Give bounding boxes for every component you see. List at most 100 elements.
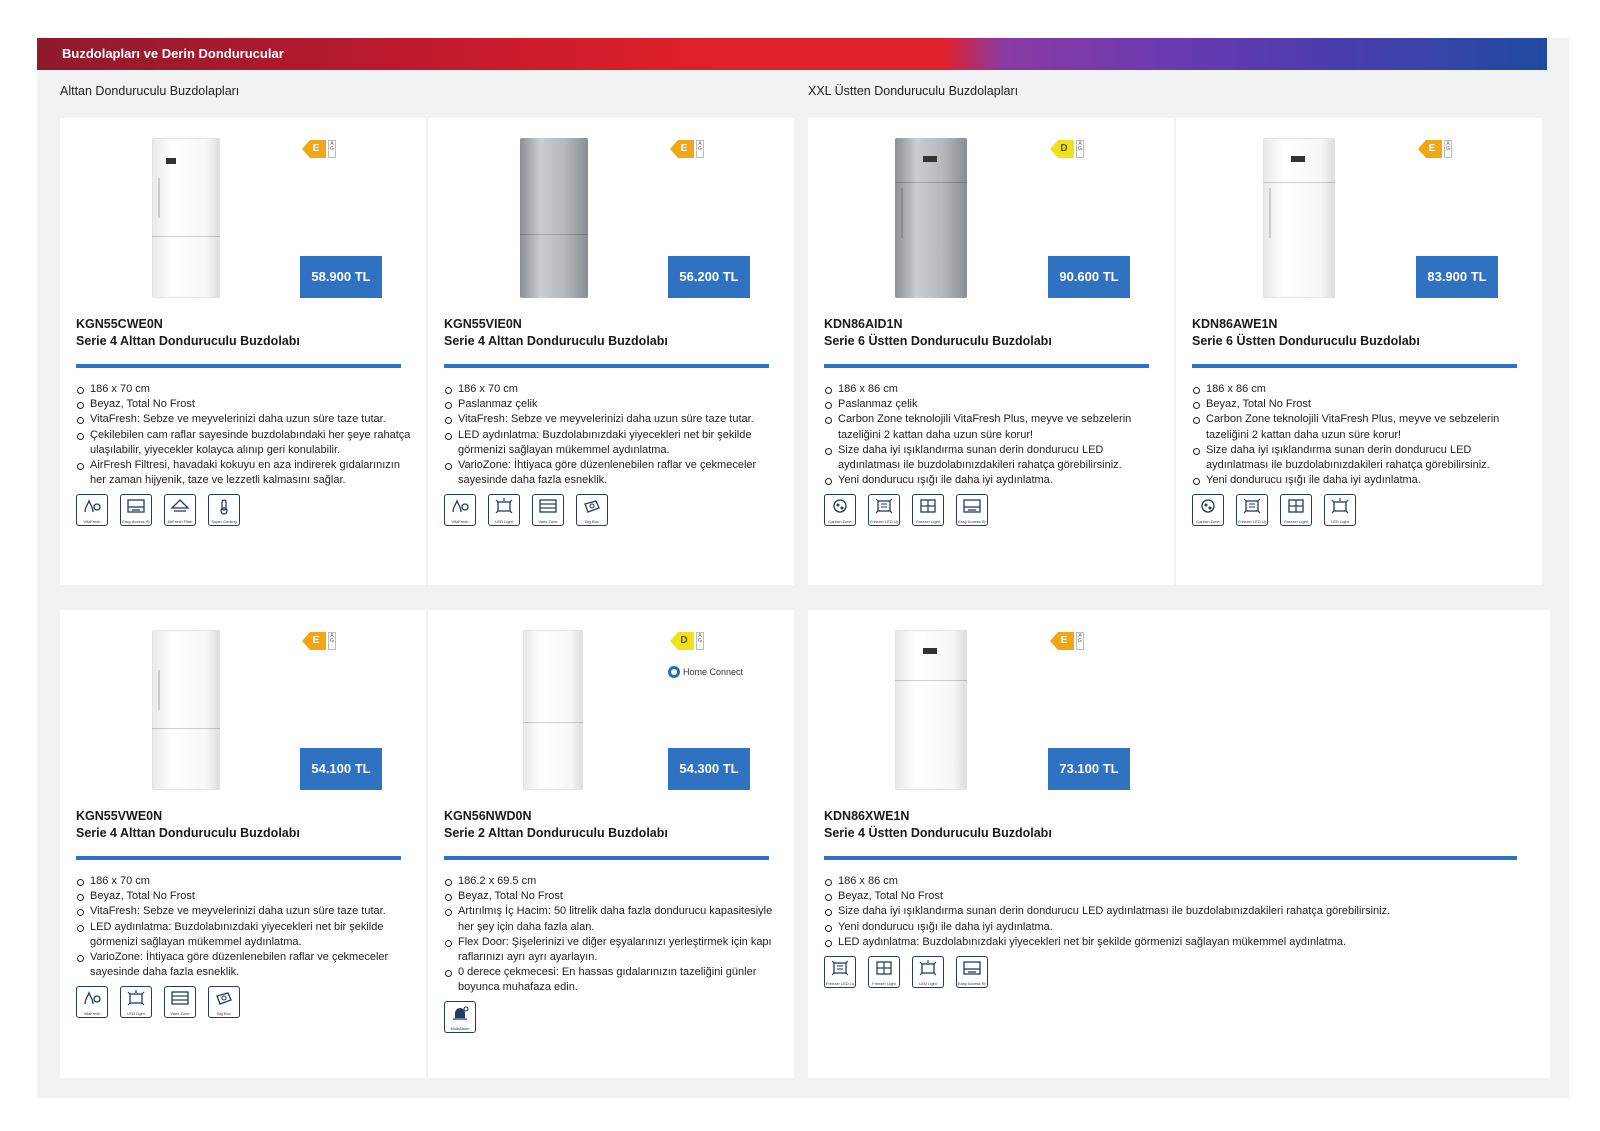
variozone-icon: [171, 991, 189, 1005]
spec-item: VarioZone: İhtiyaca göre düzenlenebilen …: [444, 458, 780, 488]
spec-item: Size daha iyi ışıklandırma sunan derin d…: [824, 443, 1160, 473]
energy-class-badge: E: [670, 140, 694, 158]
freezer-light-icon: [876, 961, 892, 975]
feature-caption: Freezer Light: [916, 520, 940, 524]
banner-title: Buzdolapları ve Derin Dondurucular: [62, 46, 284, 61]
spec-list: 186 x 86 cm Paslanmaz çelik Carbon Zone …: [824, 382, 1160, 488]
price-badge: 56.200 TL: [668, 256, 750, 298]
bigbox-icon: [584, 500, 600, 513]
spec-item: Carbon Zone teknolojili VitaFresh Plus, …: [824, 412, 1160, 442]
spec-item: AirFresh Filtresi, havadaki kokuyu en az…: [76, 458, 412, 488]
feature-badge: LED Light: [120, 986, 152, 1018]
feature-caption: Freezer Light: [1284, 520, 1308, 524]
energy-label: E A G: [1050, 632, 1086, 650]
energy-label: D A G: [1050, 140, 1086, 158]
feature-badge: Freezer Light: [912, 494, 944, 526]
feature-caption: Big Box: [217, 1012, 231, 1016]
easy-access-shelf-icon: [127, 499, 145, 513]
product-model: KGN56NWD0N: [444, 809, 532, 823]
feature-caption: LED Light: [127, 1012, 145, 1016]
feature-badge: Freezer LED Light: [868, 494, 900, 526]
catalog-banner: Buzdolapları ve Derin Dondurucular: [37, 38, 1547, 70]
feature-caption: Big Box: [585, 520, 599, 524]
spec-item: Paslanmaz çelik: [444, 397, 780, 412]
product-card[interactable]: D A G Home Connect 54.300 TL KGN56NWD0N …: [428, 610, 794, 1078]
feature-icons: Carbon Zone Freezer LED Light Freezer Ligh…: [824, 494, 988, 526]
product-image: [1263, 138, 1335, 298]
spec-item: 186.2 x 69.5 cm: [444, 874, 780, 889]
product-card[interactable]: E A G 58.900 TL KGN55CWE0N Serie 4 Altta…: [60, 118, 426, 585]
product-card[interactable]: D A G 90.600 TL KDN86AID1N Serie 6 Üstte…: [808, 118, 1174, 585]
title-divider: [444, 364, 769, 368]
feature-badge: Freezer LED Light: [824, 956, 856, 988]
spec-item: Beyaz, Total No Frost: [444, 889, 780, 904]
spec-item: Beyaz, Total No Frost: [824, 889, 1524, 904]
feature-badge: AirFresh Filter: [164, 494, 196, 526]
spec-item: Carbon Zone teknolojili VitaFresh Plus, …: [1192, 412, 1528, 442]
spec-item: 186 x 86 cm: [824, 874, 1524, 889]
spec-list: 186 x 86 cm Beyaz, Total No Frost Size d…: [824, 874, 1524, 950]
product-model: KDN86XWE1N: [824, 809, 910, 823]
spec-item: Beyaz, Total No Frost: [1192, 397, 1528, 412]
freezer-led-icon: [875, 498, 893, 514]
spec-item: 0 derece çekmecesi: En hassas gıdalarını…: [444, 965, 780, 995]
energy-scale: A G: [1444, 140, 1452, 158]
carbon-zone-icon: [833, 499, 847, 513]
feature-caption: Super Cooling: [211, 520, 237, 524]
product-model: KDN86AWE1N: [1192, 317, 1278, 331]
energy-label: E A G: [670, 140, 706, 158]
feature-caption: LED Light: [495, 520, 513, 524]
vitafresh-icon: [84, 990, 101, 1005]
feature-badge: Easy Access Shelf: [956, 494, 988, 526]
led-light-icon: [919, 960, 937, 976]
product-subtitle: Serie 4 Alttan Donduruculu Buzdolabı: [76, 826, 300, 840]
product-subtitle: Serie 2 Alttan Donduruculu Buzdolabı: [444, 826, 668, 840]
spec-item: VarioZone: İhtiyaca göre düzenlenebilen …: [76, 950, 412, 980]
vitafresh-icon: [452, 498, 469, 513]
feature-caption: Freezer LED Light: [870, 520, 898, 524]
product-subtitle: Serie 4 Üstten Donduruculu Buzdolabı: [824, 826, 1052, 840]
feature-caption: Vario Zone: [538, 520, 558, 524]
spec-item: 186 x 70 cm: [76, 382, 412, 397]
energy-label: E A G: [1418, 140, 1454, 158]
product-model: KGN55VWE0N: [76, 809, 163, 823]
spec-item: Size daha iyi ışıklandırma sunan derin d…: [1192, 443, 1528, 473]
product-model: KDN86AID1N: [824, 317, 903, 331]
feature-badge: Freezer LED Light: [1236, 494, 1268, 526]
energy-scale: A G: [328, 140, 336, 158]
spec-item: LED aydınlatma: Buzdolabınızdaki yiyecek…: [444, 428, 780, 458]
freezer-led-icon: [831, 960, 849, 976]
feature-caption: VitaFresh: [83, 1012, 101, 1016]
feature-caption: Easy Access Shelf: [958, 982, 986, 986]
spec-list: 186 x 70 cm Beyaz, Total No Frost VitaFr…: [76, 874, 412, 980]
spec-item: Beyaz, Total No Frost: [76, 889, 412, 904]
feature-caption: VitaFresh: [451, 520, 469, 524]
energy-class-badge: D: [1050, 140, 1074, 158]
product-card[interactable]: E A G 83.900 TL KDN86AWE1N Serie 6 Üstte…: [1176, 118, 1542, 585]
energy-class-badge: D: [670, 632, 694, 650]
energy-scale: A G: [328, 632, 336, 650]
spec-item: Flex Door: Şişelerinizi ve diğer eşyalar…: [444, 935, 780, 965]
title-divider: [824, 364, 1149, 368]
feature-icons: Freezer LED Light Freezer Light LED Light E…: [824, 956, 988, 988]
feature-caption: Carbon Zone: [1196, 520, 1220, 524]
energy-scale: A G: [696, 140, 704, 158]
product-card[interactable]: E A G 54.100 TL KGN55VWE0N Serie 4 Altta…: [60, 610, 426, 1078]
product-subtitle: Serie 6 Üstten Donduruculu Buzdolabı: [1192, 334, 1420, 348]
product-image: [152, 138, 220, 298]
freezer-led-icon: [1243, 498, 1261, 514]
product-model: KGN55CWE0N: [76, 317, 163, 331]
easy-access-shelf-icon: [963, 499, 981, 513]
energy-scale: A G: [1076, 140, 1084, 158]
product-card[interactable]: E A G 73.100 TL KDN86XWE1N Serie 4 Üstte…: [808, 610, 1550, 1078]
spec-item: VitaFresh: Sebze ve meyvelerinizi daha u…: [444, 412, 780, 427]
vitafresh-icon: [84, 498, 101, 513]
spec-item: 186 x 86 cm: [824, 382, 1160, 397]
freezer-light-icon: [1288, 499, 1304, 513]
title-divider: [1192, 364, 1517, 368]
spec-item: 186 x 70 cm: [76, 874, 412, 889]
feature-badge: Super Cooling: [208, 494, 240, 526]
product-card[interactable]: E A G 56.200 TL KGN55VIE0N Serie 4 Altta…: [428, 118, 794, 585]
price-badge: 58.900 TL: [300, 256, 382, 298]
home-connect-logo: Home Connect: [668, 666, 743, 678]
